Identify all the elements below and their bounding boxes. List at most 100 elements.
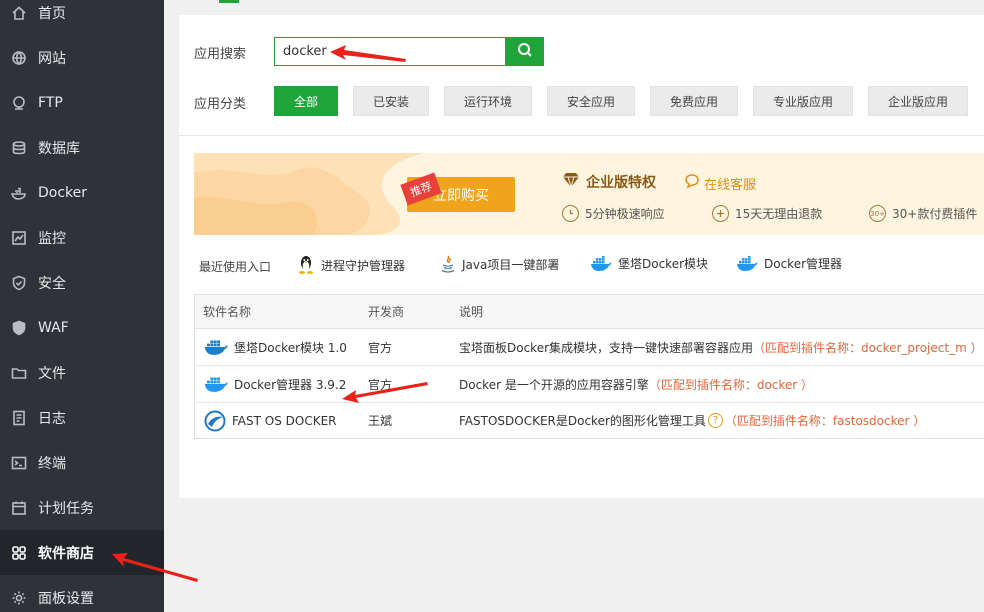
column-header-name: 软件名称 [203, 305, 252, 319]
sidebar-item-cron[interactable]: 计划任务 [0, 485, 164, 530]
chat-icon [684, 173, 704, 193]
shield-icon [0, 275, 38, 291]
fastos-icon [203, 410, 227, 432]
category-runtime[interactable]: 运行环境 [444, 86, 532, 116]
waf-shield-icon [0, 320, 38, 336]
software-description: FASTOSDOCKER是Docker的图形化管理工具? （匹配到插件名称：fas… [459, 413, 926, 428]
software-vendor: 官方 [368, 377, 393, 392]
terminal-icon [0, 455, 38, 471]
sidebar-item-label: 计划任务 [38, 500, 94, 517]
category-installed[interactable]: 已安装 [353, 86, 429, 116]
service-label: 在线客服 [704, 177, 757, 193]
sidebar-item-logs[interactable]: 日志 [0, 395, 164, 440]
sidebar-item-label: 数据库 [38, 140, 80, 157]
sidebar-item-label: 日志 [38, 410, 66, 427]
sidebar-item-panel-settings[interactable]: 面板设置 [0, 575, 164, 612]
globe-icon [0, 50, 38, 66]
java-icon [440, 255, 456, 273]
sidebar-item-label: 安全 [38, 275, 66, 292]
section-divider [179, 135, 984, 136]
sidebar-item-label: WAF [38, 319, 69, 336]
sidebar-item-label: 首页 [38, 5, 66, 22]
monitor-icon [0, 230, 38, 246]
search-button[interactable] [506, 37, 544, 66]
match-note: （匹配到插件名称：fastosdocker ） [724, 414, 926, 428]
sidebar-item-label: 软件商店 [38, 545, 94, 562]
software-name[interactable]: FAST OS DOCKER [203, 403, 337, 438]
clock-icon [562, 205, 579, 222]
software-name[interactable]: Docker管理器 3.9.2 [203, 366, 346, 402]
recent-label: 最近使用入口 [199, 260, 272, 274]
sidebar-item-monitor[interactable]: 监控 [0, 215, 164, 260]
sidebar-item-docker[interactable]: Docker [0, 170, 164, 215]
docker-whale-icon [736, 255, 758, 272]
docker-whale-icon [203, 338, 229, 356]
software-description: Docker 是一个开源的应用容器引擎 （匹配到插件名称：docker ） [459, 377, 814, 392]
category-security[interactable]: 安全应用 [547, 86, 635, 116]
column-header-vendor: 开发商 [368, 305, 405, 319]
table-header: 软件名称 开发商 说明 [195, 295, 984, 329]
promo-banner [194, 153, 984, 235]
plugins-count-icon: 30+ [869, 205, 886, 222]
software-name[interactable]: 堡塔Docker模块 1.0 [203, 329, 347, 365]
apps-grid-icon [0, 545, 38, 561]
docker-whale-icon [203, 375, 229, 393]
sidebar-item-website[interactable]: 网站 [0, 35, 164, 80]
refund-icon [712, 205, 729, 222]
sidebar-item-waf[interactable]: WAF [0, 305, 164, 350]
ftp-icon [0, 95, 38, 111]
sidebar-item-label: FTP [38, 94, 63, 111]
feature-refund: 15天无理由退款 [712, 205, 822, 222]
linux-penguin-icon [297, 255, 315, 275]
sidebar-item-database[interactable]: 数据库 [0, 125, 164, 170]
diamond-icon [562, 172, 586, 192]
feature-paid-plugins: 30+ 30+款付费插件 [869, 205, 978, 222]
online-service-link[interactable]: 在线客服 [684, 173, 756, 193]
sidebar-item-files[interactable]: 文件 [0, 350, 164, 395]
database-icon [0, 140, 38, 156]
category-pro[interactable]: 专业版应用 [753, 86, 853, 116]
sidebar-item-label: 文件 [38, 365, 66, 382]
recent-item-docker-manager[interactable]: Docker管理器 [736, 255, 842, 272]
search-icon [517, 42, 533, 61]
category-enterprise[interactable]: 企业版应用 [868, 86, 968, 116]
software-vendor: 官方 [368, 340, 393, 355]
sidebar-item-label: 终端 [38, 455, 66, 472]
sidebar-item-security[interactable]: 安全 [0, 260, 164, 305]
log-icon [0, 410, 38, 426]
folder-icon [0, 365, 38, 381]
sidebar-item-label: 网站 [38, 50, 66, 67]
category-all[interactable]: 全部 [274, 86, 338, 116]
search-input[interactable] [274, 37, 506, 66]
software-vendor: 王斌 [368, 414, 393, 428]
sidebar-item-label: Docker [38, 184, 88, 201]
sidebar-item-app-store[interactable]: 软件商店 [0, 530, 164, 575]
sidebar-item-home[interactable]: 首页 [0, 0, 164, 35]
table-row[interactable]: 堡塔Docker模块 1.0 官方 宝塔面板Docker集成模块，支持一键快速部… [195, 329, 984, 366]
feature-fast-response: 5分钟极速响应 [562, 205, 665, 222]
active-tab-indicator [219, 0, 239, 3]
help-icon[interactable]: ? [707, 413, 723, 428]
recent-item-java-deploy[interactable]: Java项目一键部署 [440, 255, 559, 273]
sidebar-item-ftp[interactable]: FTP [0, 80, 164, 125]
column-header-description: 说明 [459, 305, 484, 319]
software-table: 软件名称 开发商 说明 堡塔Docker模块 1.0 官方 宝塔面板Docker… [194, 294, 984, 439]
software-description: 宝塔面板Docker集成模块，支持一键快速部署容器应用 （匹配到插件名称：dock… [459, 340, 983, 355]
category-free[interactable]: 免费应用 [650, 86, 738, 116]
banner-decoration [194, 153, 424, 235]
recent-item-bt-docker-module[interactable]: 堡塔Docker模块 [590, 255, 708, 272]
home-icon [0, 5, 38, 21]
enterprise-title: 企业版特权 [586, 175, 656, 191]
search-label: 应用搜索 [194, 47, 247, 62]
table-row[interactable]: Docker管理器 3.9.2 官方 Docker 是一个开源的应用容器引擎 （匹… [195, 366, 984, 403]
recent-item-process-manager[interactable]: 进程守护管理器 [297, 255, 405, 275]
match-note: （匹配到插件名称：docker ） [648, 377, 814, 392]
enterprise-privileges: 企业版特权 [562, 172, 656, 192]
docker-icon [0, 185, 38, 201]
match-note: （匹配到插件名称：docker_project_m ） [753, 340, 983, 355]
sidebar: 首页 网站 FTP 数据库 Docker 监控 安全 WAF 文件 日志 终端 [0, 0, 164, 612]
sidebar-item-label: 面板设置 [38, 590, 94, 607]
sidebar-item-terminal[interactable]: 终端 [0, 440, 164, 485]
category-label: 应用分类 [194, 97, 247, 112]
table-row[interactable]: FAST OS DOCKER 王斌 FASTOSDOCKER是Docker的图形… [195, 403, 984, 438]
